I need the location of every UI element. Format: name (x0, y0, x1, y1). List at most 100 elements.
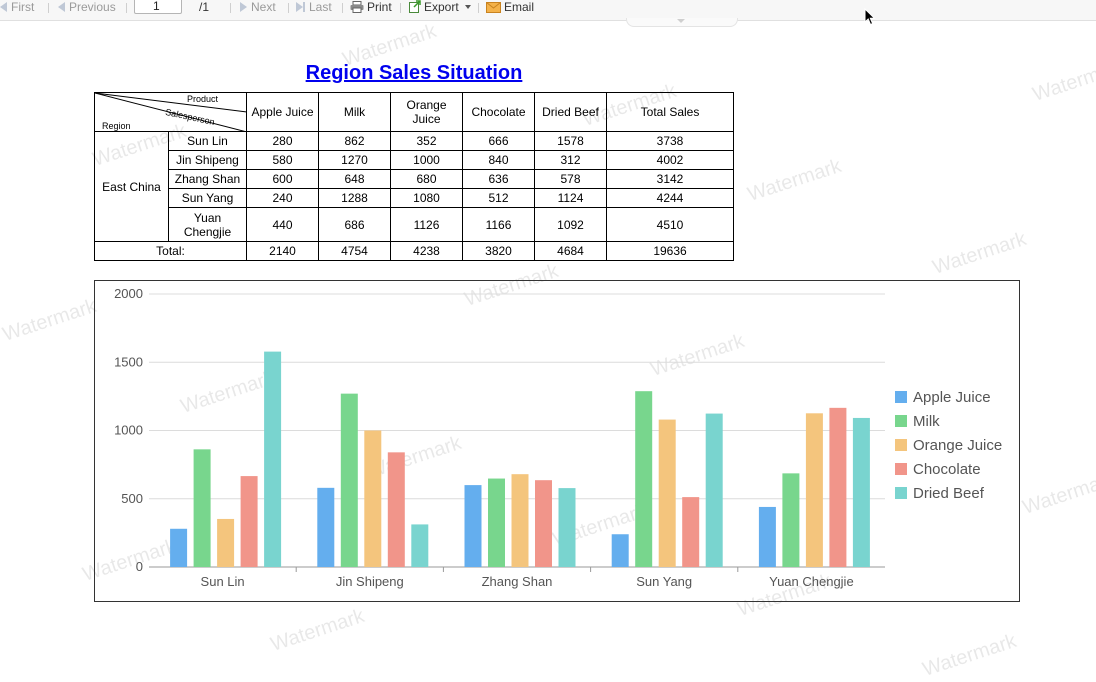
value-cell: 1166 (462, 207, 535, 242)
last-page-label: Last (309, 0, 332, 14)
y-tick-label: 0 (136, 559, 143, 574)
bar (558, 488, 576, 567)
toolbar-divider (48, 3, 49, 13)
value-cell: 862 (318, 131, 391, 151)
column-header: Apple Juice (246, 92, 319, 132)
first-page-button[interactable]: First (0, 0, 34, 16)
y-tick-label: 500 (121, 491, 143, 506)
legend-swatch (895, 487, 907, 499)
value-cell: 1000 (390, 150, 463, 170)
salesperson-cell: Sun Lin (168, 131, 247, 151)
grand-total-cell: 19636 (606, 241, 734, 261)
corner-product-label: Product (187, 94, 219, 104)
value-cell: 1080 (390, 188, 463, 208)
bar (317, 487, 335, 567)
bar (805, 413, 823, 567)
email-button[interactable]: Email (486, 0, 534, 16)
bar (635, 391, 653, 567)
table-header-row: Product Salesperson Region Apple Juice M… (94, 92, 734, 132)
last-page-bar (303, 2, 305, 12)
chevron-down-icon (465, 5, 472, 9)
legend-label: Dried Beef (913, 485, 985, 502)
watermark: Watermark (920, 630, 1020, 681)
watermark: Watermark (1020, 468, 1096, 519)
page-total: /1 (199, 0, 210, 14)
watermark: Watermark (268, 605, 368, 656)
column-header: Orange Juice (390, 92, 463, 132)
total-cell: 4684 (534, 241, 607, 261)
next-page-button[interactable]: Next (240, 0, 276, 16)
watermark: Watermark (930, 228, 1030, 279)
report-title[interactable]: Region Sales Situation (94, 62, 734, 85)
totals-row: Total: 2140 4754 4238 3820 4684 19636 (94, 241, 734, 261)
value-cell: 280 (246, 131, 319, 151)
bar (658, 419, 676, 567)
bar (535, 480, 552, 567)
bar (193, 449, 211, 567)
bar (852, 417, 870, 567)
chart-canvas: 0 500 1000 1500 2000 Sun Lin Jin Shipeng Zhang … (114, 286, 1002, 589)
total-label-cell: Total: (94, 241, 247, 261)
legend-label: Chocolate (913, 461, 981, 478)
export-button[interactable]: Export (409, 0, 472, 16)
envelope-icon (486, 2, 501, 13)
value-cell: 648 (318, 169, 391, 189)
total-sales-cell: 4244 (606, 188, 734, 208)
bar (264, 351, 282, 567)
previous-page-label: Previous (69, 0, 116, 14)
bar (340, 393, 358, 567)
legend-swatch (895, 391, 907, 403)
next-page-label: Next (251, 0, 276, 14)
table-row: Zhang Shan 600 648 680 636 578 3142 (95, 169, 734, 189)
page-number-input[interactable] (134, 0, 182, 14)
bar (511, 474, 529, 567)
toolbar-divider (230, 3, 231, 13)
table-row: Sun Yang 240 1288 1080 512 1124 4244 (95, 188, 734, 208)
last-page-icon (296, 2, 303, 12)
column-header-line: Juice (412, 112, 441, 126)
bar (611, 534, 629, 567)
mouse-cursor-icon (864, 8, 876, 26)
value-cell: 1126 (390, 207, 463, 242)
toolbar-collapse-handle[interactable] (626, 18, 738, 27)
value-cell: 1092 (534, 207, 607, 242)
next-page-icon (240, 2, 247, 12)
bar (217, 518, 235, 567)
legend-swatch (895, 415, 907, 427)
previous-page-button[interactable]: Previous (58, 0, 116, 16)
salesperson-cell: Zhang Shan (168, 169, 247, 189)
bar (240, 476, 258, 567)
salesperson-cell: Jin Shipeng (168, 150, 247, 170)
value-cell: 840 (462, 150, 535, 170)
total-cell: 4754 (318, 241, 391, 261)
table-row: Jin Shipeng 580 1270 1000 840 312 4002 (95, 150, 734, 170)
value-cell: 352 (390, 131, 463, 151)
value-cell: 1124 (534, 188, 607, 208)
salesperson-cell: Sun Yang (168, 188, 247, 208)
y-tick-label: 1000 (114, 423, 143, 438)
email-label: Email (504, 0, 535, 14)
sales-table: Product Salesperson Region Apple Juice M… (94, 92, 734, 261)
first-page-icon (0, 2, 7, 12)
legend-label: Milk (913, 413, 940, 430)
column-header-line: Orange (406, 98, 447, 112)
value-cell: 636 (462, 169, 535, 189)
toolbar-divider (288, 3, 289, 13)
bar (464, 485, 482, 567)
total-cell: 4238 (390, 241, 463, 261)
value-cell: 312 (534, 150, 607, 170)
sales-bar-chart: 0 500 1000 1500 2000 Sun Lin Jin Shipeng Zhang … (94, 280, 1020, 602)
bar (782, 473, 800, 567)
x-tick-label: Yuan Chengjie (769, 574, 854, 589)
salesperson-line: Yuan (193, 210, 222, 225)
last-page-button[interactable]: Last (296, 0, 332, 16)
print-button[interactable]: Print (350, 0, 392, 16)
watermark: Watermark (0, 295, 100, 346)
y-tick-label: 2000 (114, 286, 143, 301)
toolbar-divider (400, 3, 401, 13)
value-cell: 578 (534, 169, 607, 189)
legend-label: Orange Juice (913, 437, 1002, 454)
total-cell: 2140 (246, 241, 319, 261)
legend-swatch (895, 463, 907, 475)
value-cell: 680 (390, 169, 463, 189)
